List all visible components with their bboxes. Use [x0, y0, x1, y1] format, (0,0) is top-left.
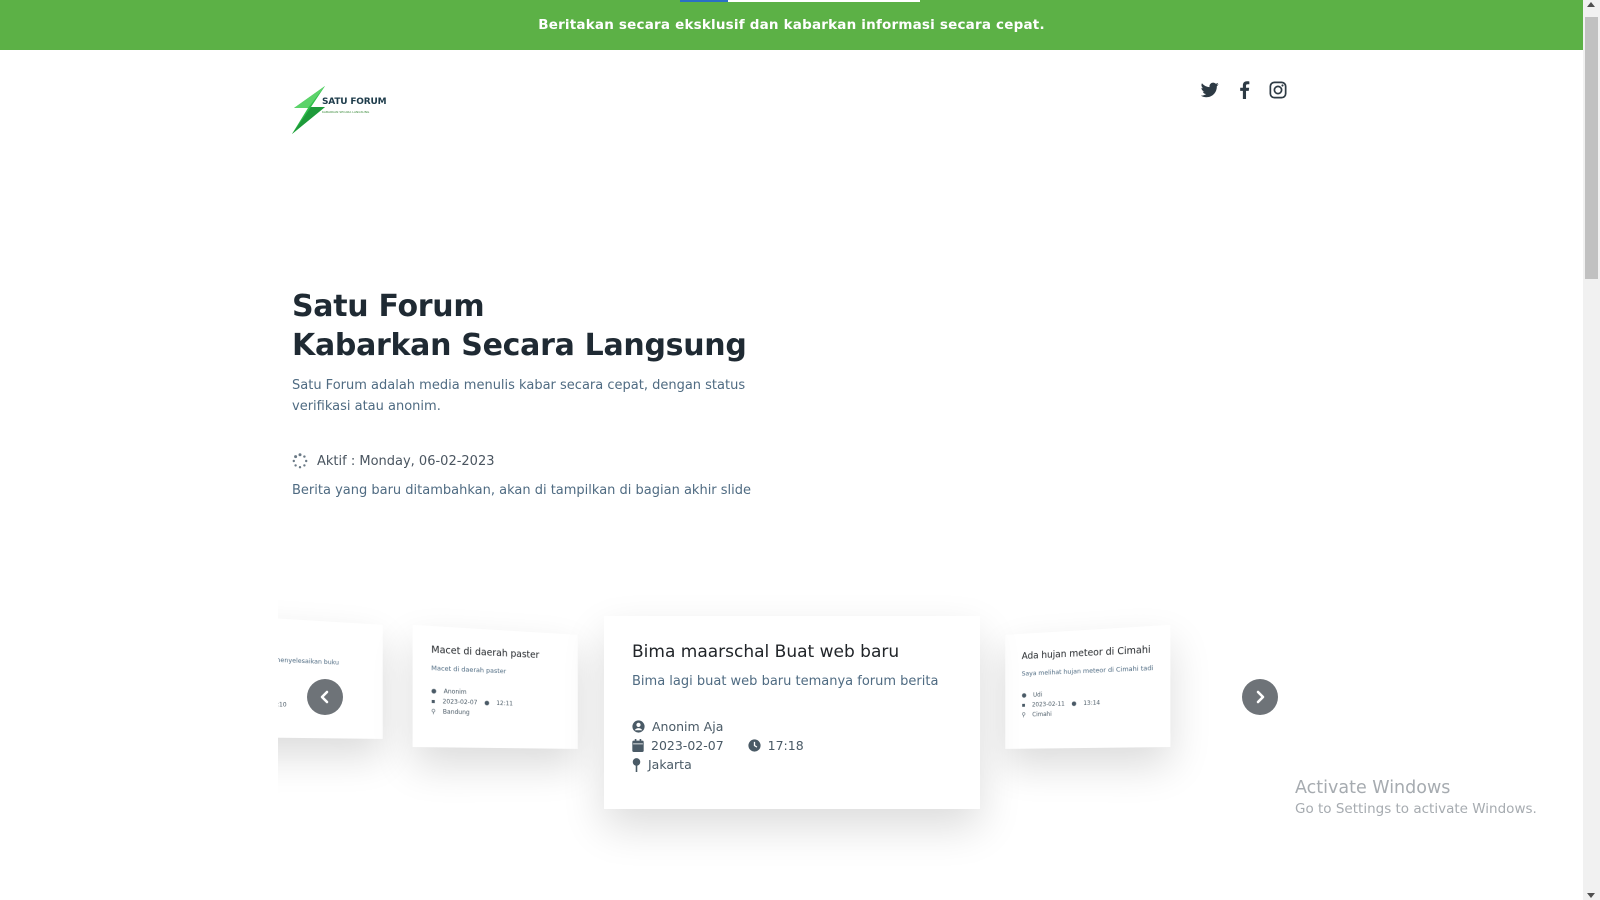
logo-name: SATU FORUM: [322, 97, 387, 107]
twitter-icon[interactable]: [1200, 80, 1220, 100]
card-author: Anonim Aja: [652, 719, 724, 734]
card-title: Bima maarschal Buat web baru: [632, 642, 900, 662]
card-location: Jakarta: [648, 757, 692, 772]
card-title: aru: [278, 634, 366, 652]
card-time: 12:10: [278, 701, 287, 709]
chevron-left-icon: [320, 690, 329, 704]
chevron-right-icon: [1256, 690, 1265, 704]
logo-tagline: KABARKAN SECARA LANGSUNG: [322, 110, 370, 114]
card-time: 12:11: [496, 699, 513, 708]
card-datetime: 2023-02-07 17:18: [632, 736, 952, 755]
card-meta: Anonim Aja 2023-02-07 17:18 Jakarta: [632, 717, 952, 774]
instagram-icon[interactable]: [1268, 80, 1288, 100]
spinner-icon: [292, 453, 308, 469]
card-location: Bandung: [442, 708, 470, 717]
watermark-subtitle: Go to Settings to activate Windows.: [1295, 801, 1537, 817]
card-date: 2023-02-11: [1031, 700, 1065, 709]
card-author: Udi: [1033, 691, 1043, 699]
status-text: Aktif : Monday, 06-02-2023: [317, 453, 495, 469]
site-logo[interactable]: SATU FORUM KABARKAN SECARA LANGSUNG: [292, 86, 392, 136]
user-icon: ●: [1021, 692, 1027, 700]
news-card-left[interactable]: Macet di daerah paster Macet di daerah p…: [412, 624, 578, 749]
clock-icon: ●: [1071, 700, 1077, 708]
news-carousel: aru kenal ingin menyelesaikan buku ru aa…: [278, 590, 1278, 870]
hero-title: Satu Forum Kabarkan Secara Langsung: [292, 287, 812, 365]
watermark-title: Activate Windows: [1295, 778, 1451, 798]
card-author-row: Anonim Aja: [632, 717, 952, 736]
card-title: Ada hujan meteor di Cimahi: [1021, 644, 1151, 663]
scroll-down-arrow-icon[interactable]: [1587, 893, 1595, 898]
banner-text: Beritakan secara eksklusif dan kabarkan …: [538, 17, 1045, 33]
card-title: Macet di daerah paster: [431, 644, 540, 661]
card-description: Bima lagi buat web baru temanya forum be…: [632, 674, 939, 689]
card-description: Macet di daerah paster: [431, 663, 507, 676]
windows-activation-watermark: Activate Windows Go to Settings to activ…: [1295, 778, 1537, 817]
card-location-row: Jakarta: [632, 755, 952, 774]
card-description: kenal ingin menyelesaikan buku: [278, 654, 339, 667]
location-pin-icon: ⚲: [1021, 711, 1026, 719]
card-meta: ● Udi ▪ 2023-02-11 ● 13:14 ⚲ Cimahi: [1022, 687, 1152, 721]
location-pin-icon: ⚲: [431, 708, 436, 716]
card-description: Saya melihat hujan meteor di Cimahi tadi: [1021, 663, 1154, 678]
news-card-active[interactable]: Bima maarschal Buat web baru Bima lagi b…: [604, 616, 980, 809]
hero-section: Satu Forum Kabarkan Secara Langsung Satu…: [292, 287, 812, 417]
clock-icon: ●: [484, 699, 490, 707]
scroll-thumb[interactable]: [1585, 17, 1598, 279]
card-author: Anonim: [443, 688, 467, 696]
hero-description: Satu Forum adalah media menulis kabar se…: [292, 378, 746, 414]
card-location: Cimahi: [1032, 710, 1052, 719]
news-card-right[interactable]: Ada hujan meteor di Cimahi Saya melihat …: [1005, 624, 1171, 749]
card-meta: ● Anonim ▪ 2023-02-07 ● 12:11 ⚲ Bandung: [431, 687, 561, 721]
clock-icon: [748, 739, 761, 752]
card-description-2: ru: [278, 666, 366, 679]
calendar-icon: [632, 739, 644, 752]
news-card-far-left[interactable]: aru kenal ingin menyelesaikan buku ru aa…: [278, 614, 383, 739]
hero-title-line2: Kabarkan Secara Langsung: [292, 328, 747, 363]
facebook-icon[interactable]: [1234, 80, 1254, 100]
hero-title-line1: Satu Forum: [292, 289, 485, 324]
carousel-prev-button[interactable]: [307, 679, 343, 715]
calendar-icon: ▪: [431, 697, 436, 706]
page-scrollbar[interactable]: [1583, 0, 1600, 900]
announcement-banner: Beritakan secara eksklusif dan kabarkan …: [0, 0, 1583, 50]
user-circle-icon: [632, 720, 645, 733]
loading-progress-bar: [680, 0, 920, 2]
card-date: 2023-02-07: [651, 738, 724, 753]
card-time: 13:14: [1083, 699, 1101, 708]
calendar-icon: ▪: [1021, 701, 1026, 709]
active-status: Aktif : Monday, 06-02-2023: [292, 453, 495, 469]
scroll-up-arrow-icon[interactable]: [1587, 2, 1595, 7]
slide-note: Berita yang baru ditambahkan, akan di ta…: [292, 483, 752, 498]
lightning-logo-icon: [292, 86, 325, 134]
user-icon: ●: [431, 687, 437, 695]
location-pin-icon: [632, 757, 641, 772]
social-links: [1200, 80, 1288, 100]
card-time: 17:18: [767, 738, 804, 753]
carousel-next-button[interactable]: [1242, 679, 1278, 715]
